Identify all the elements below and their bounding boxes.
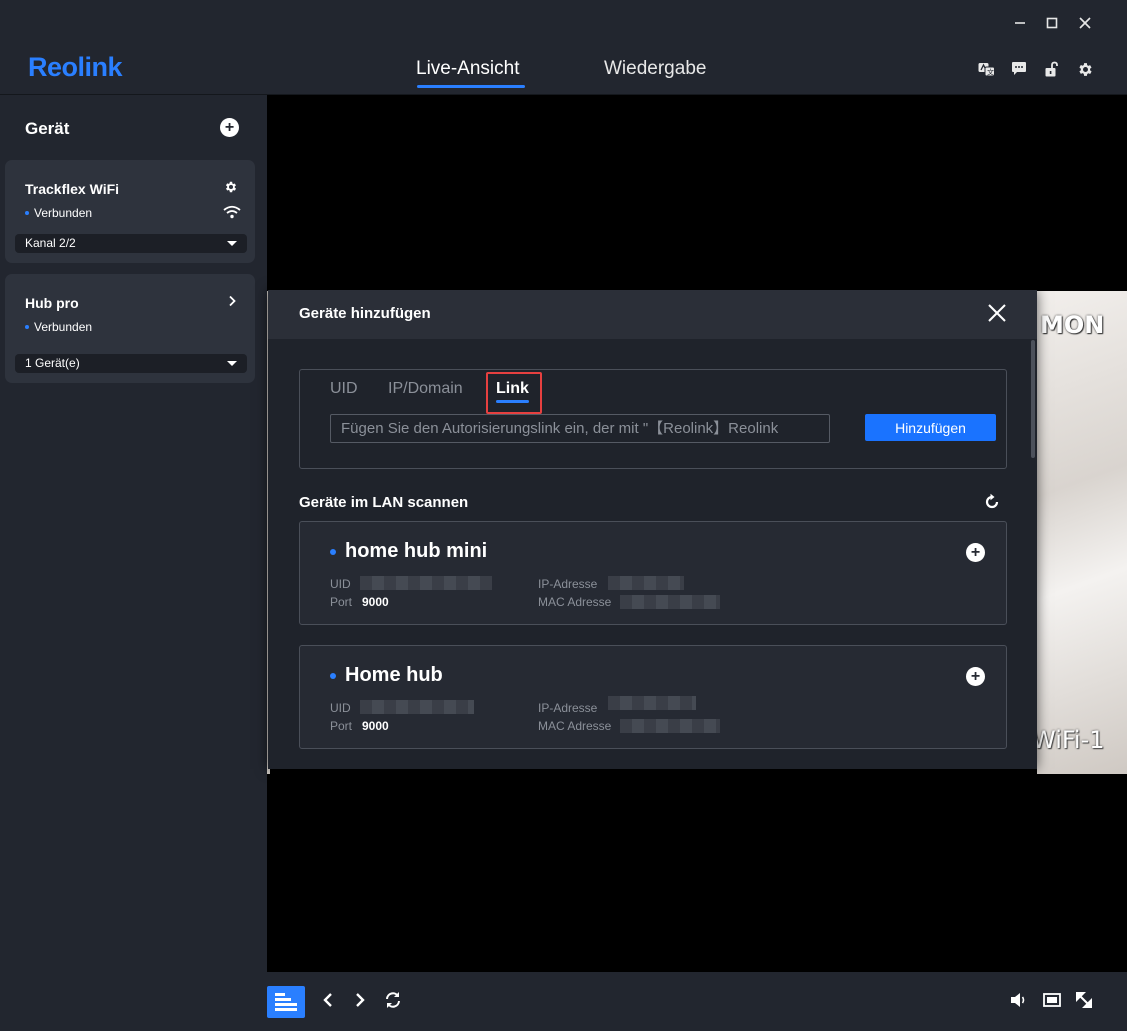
device-card-trackflex[interactable]: Trackflex WiFi Verbunden Kanal 2/2 [5, 160, 255, 263]
lan-device-card[interactable]: home hub mini + UID Port 9000 IP-Adresse… [299, 521, 1007, 625]
close-icon[interactable] [1074, 12, 1096, 34]
ip-label: IP-Adresse [538, 577, 598, 591]
scrollbar[interactable] [1031, 340, 1035, 458]
device-settings-icon[interactable] [224, 180, 239, 195]
dialog-title: Geräte hinzufügen [299, 305, 431, 322]
active-tab-indicator [417, 85, 525, 88]
wifi-icon [223, 205, 241, 219]
tab-highlight-box [486, 372, 542, 414]
add-button[interactable]: Hinzufügen [865, 414, 996, 441]
device-name: Trackflex WiFi [25, 181, 120, 197]
redacted-uid [360, 576, 492, 590]
mac-label: MAC Adresse [538, 595, 612, 609]
device-status-text: Verbunden [34, 206, 93, 220]
volume-icon[interactable] [1007, 988, 1031, 1012]
chevron-right-icon[interactable] [227, 294, 239, 308]
port-label: Port [330, 595, 353, 609]
redacted-mac [620, 595, 720, 609]
port-value: 9000 [362, 595, 389, 609]
lan-scan-title: Geräte im LAN scannen [299, 494, 469, 511]
add-device-icon[interactable]: + [966, 667, 985, 686]
lan-device-name: home hub mini [330, 540, 487, 563]
redacted-ip [608, 696, 696, 710]
refresh-icon[interactable] [983, 493, 1001, 511]
reolink-logo: Reolink [28, 52, 123, 82]
channel-select[interactable]: Kanal 2/2 [15, 234, 247, 253]
layout-icon[interactable] [267, 986, 305, 1018]
unlock-icon[interactable] [1043, 60, 1061, 78]
status-dot [25, 211, 29, 215]
redacted-uid [360, 700, 474, 714]
link-input[interactable] [330, 414, 830, 443]
chevron-down-icon [227, 361, 237, 366]
device-status-text: Verbunden [34, 320, 93, 334]
minimize-icon[interactable] [1009, 12, 1031, 34]
camera-overlay-top: MON [1040, 311, 1105, 339]
camera-feed [1037, 291, 1127, 774]
lan-device-name: Home hub [330, 664, 443, 687]
uid-label: UID [330, 701, 351, 715]
device-count-select[interactable]: 1 Gerät(e) [15, 354, 247, 373]
redacted-ip [608, 576, 684, 590]
close-icon[interactable] [986, 302, 1010, 326]
redacted-mac [620, 719, 720, 733]
chat-icon[interactable] [1010, 60, 1028, 78]
status-dot [330, 548, 336, 555]
tab-ip-domain[interactable]: IP/Domain [388, 380, 463, 398]
aspect-ratio-icon[interactable] [1040, 988, 1064, 1012]
device-card-hub-pro[interactable]: Hub pro Verbunden 1 Gerät(e) [5, 274, 255, 383]
lan-device-name-text: home hub mini [345, 540, 488, 562]
tab-uid[interactable]: UID [330, 380, 358, 398]
status-dot [330, 672, 336, 679]
add-device-icon[interactable]: + [220, 118, 239, 137]
channel-select-value: Kanal 2/2 [25, 236, 76, 250]
port-value: 9000 [362, 719, 389, 733]
device-status: Verbunden [25, 206, 92, 220]
bottom-toolbar [267, 972, 1127, 1031]
gear-icon[interactable] [1076, 60, 1094, 78]
dialog-header: Geräte hinzufügen [268, 290, 1037, 339]
chevron-right-icon[interactable] [348, 988, 372, 1012]
sidebar-title: Gerät [25, 119, 70, 138]
device-name: Hub pro [25, 295, 79, 311]
device-status: Verbunden [25, 320, 92, 334]
chevron-left-icon[interactable] [316, 988, 340, 1012]
add-device-dialog: Geräte hinzufügen UID IP/Domain Link Hin… [268, 290, 1037, 769]
title-bar: Reolink Live-Ansicht Wiedergabe 文 [0, 0, 1127, 95]
fullscreen-icon[interactable] [1072, 988, 1096, 1012]
port-label: Port [330, 719, 353, 733]
tab-live-view[interactable]: Live-Ansicht [416, 58, 520, 80]
app-window: Reolink Live-Ansicht Wiedergabe 文 Gerät … [0, 0, 1127, 1031]
lan-device-name-text: Home hub [345, 664, 443, 686]
camera-overlay-bottom: WiFi-1 [1032, 726, 1105, 754]
device-sidebar: Gerät + Trackflex WiFi Verbunden Kanal 2… [0, 95, 267, 1031]
chevron-down-icon [227, 241, 237, 246]
device-count-value: 1 Gerät(e) [25, 356, 80, 370]
ip-label: IP-Adresse [538, 701, 598, 715]
status-dot [25, 325, 29, 329]
uid-label: UID [330, 577, 351, 591]
maximize-icon[interactable] [1041, 12, 1063, 34]
svg-text:文: 文 [987, 67, 994, 76]
tab-playback[interactable]: Wiedergabe [604, 58, 706, 80]
add-method-panel: UID IP/Domain Link Hinzufügen [299, 369, 1007, 469]
sync-icon[interactable] [381, 988, 405, 1012]
translate-icon[interactable]: 文 [977, 60, 995, 78]
lan-device-card[interactable]: Home hub + UID Port 9000 IP-Adresse MAC … [299, 645, 1007, 749]
mac-label: MAC Adresse [538, 719, 612, 733]
add-device-icon[interactable]: + [966, 543, 985, 562]
